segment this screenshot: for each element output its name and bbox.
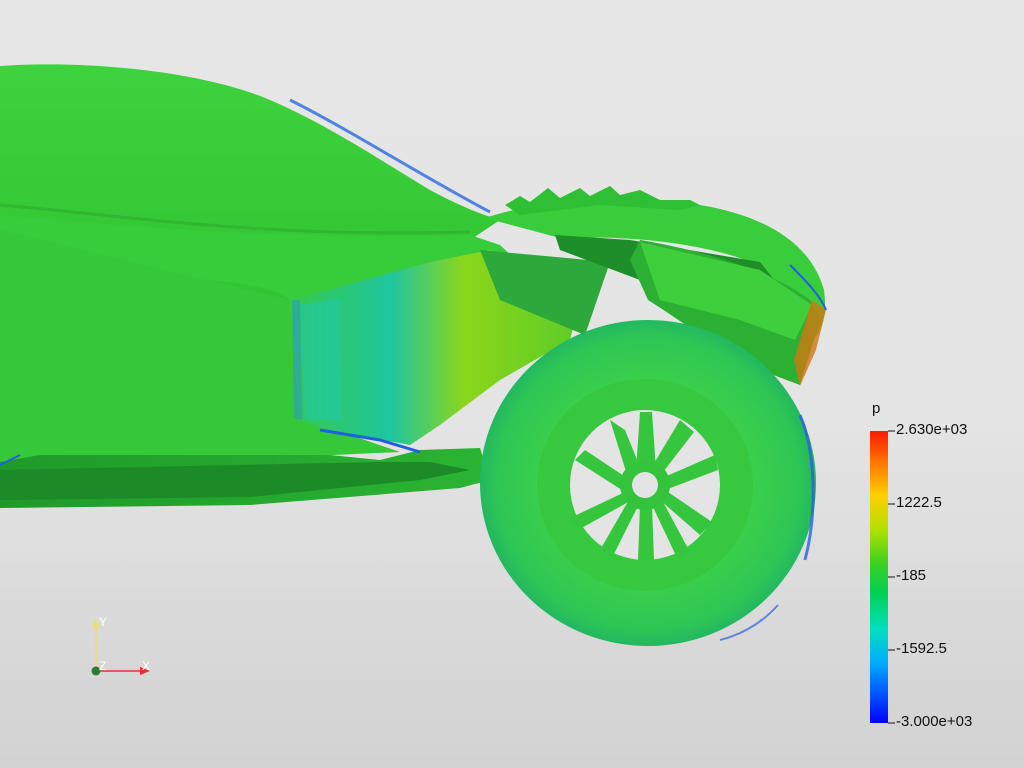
z-axis-label: Z: [99, 659, 107, 673]
colorbar-label-max: 2.630e+03: [896, 421, 968, 438]
colorbar-label: -1592.5: [896, 640, 947, 657]
colorbar-title: p: [872, 400, 881, 417]
pressure-streak: [300, 298, 342, 420]
x-axis-label: X: [142, 659, 151, 673]
colorbar-label: 1222.5: [896, 494, 942, 511]
front-wheel: [480, 320, 816, 646]
colorbar-ticks: [888, 430, 895, 724]
colorbar: [870, 431, 888, 723]
car-render: [0, 64, 895, 724]
hub-center: [632, 472, 658, 498]
y-axis-label: Y: [99, 615, 108, 629]
colorbar-label: -185: [896, 567, 927, 584]
colorbar-label-min: -3.000e+03: [896, 713, 973, 730]
render-viewport[interactable]: Y Z X p 2.630e+03 1222.5 -185 -1592.5 -3…: [0, 0, 1024, 768]
